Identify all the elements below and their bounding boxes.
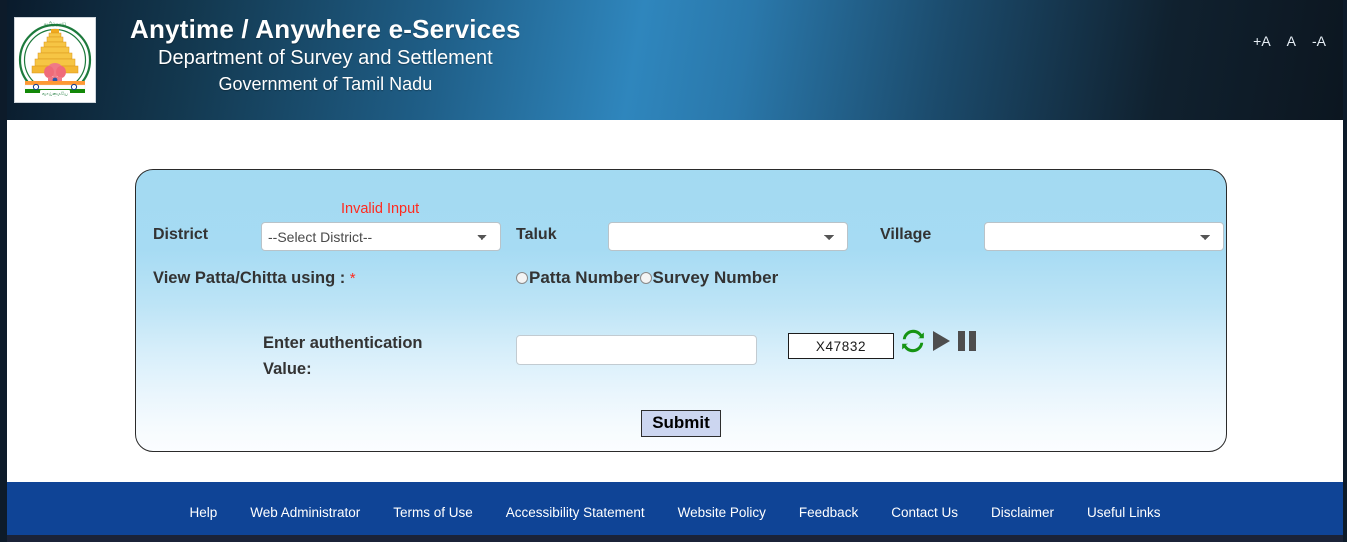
- view-using-label: View Patta/Chitta using :: [153, 269, 345, 287]
- play-icon[interactable]: [929, 328, 953, 354]
- survey-number-option[interactable]: Survey Number: [640, 268, 779, 288]
- refresh-glyph: [900, 328, 926, 354]
- taluk-label: Taluk: [516, 226, 557, 244]
- page-root: வாய்மையே தமிழ்நாடு Anytime / Anywhere e-…: [0, 0, 1347, 542]
- footer-bottom-strip: [7, 535, 1343, 542]
- district-label: District: [153, 226, 208, 244]
- footer-link-terms-of-use[interactable]: Terms of Use: [393, 505, 473, 520]
- footer-link-disclaimer[interactable]: Disclaimer: [991, 505, 1054, 520]
- survey-number-label: Survey Number: [653, 268, 779, 288]
- header-title-block: Anytime / Anywhere e-Services Department…: [130, 0, 521, 96]
- patta-number-label: Patta Number: [529, 268, 640, 288]
- authentication-input[interactable]: [516, 335, 757, 365]
- footer-link-help[interactable]: Help: [189, 505, 217, 520]
- taluk-select[interactable]: [608, 222, 848, 251]
- view-patta-chitta-form: Invalid Input District --Select District…: [135, 169, 1227, 452]
- government-name: Government of Tamil Nadu: [130, 74, 521, 95]
- site-footer: Help Web Administrator Terms of Use Acce…: [7, 482, 1343, 542]
- refresh-icon[interactable]: [900, 328, 926, 354]
- play-glyph: [929, 328, 953, 354]
- site-title: Anytime / Anywhere e-Services: [130, 14, 521, 45]
- site-header: வாய்மையே தமிழ்நாடு Anytime / Anywhere e-…: [7, 0, 1343, 120]
- panel-titlebar: Land Records : View Patta / Chitta Home: [135, 147, 1230, 171]
- patta-number-option[interactable]: Patta Number: [516, 268, 640, 288]
- footer-link-web-administrator[interactable]: Web Administrator: [250, 505, 360, 520]
- footer-link-contact-us[interactable]: Contact Us: [891, 505, 958, 520]
- pause-icon[interactable]: [956, 328, 978, 354]
- survey-number-radio[interactable]: [640, 272, 652, 284]
- footer-link-website-policy[interactable]: Website Policy: [678, 505, 766, 520]
- view-using-label-group: View Patta/Chitta using : *: [153, 269, 356, 288]
- footer-link-useful-links[interactable]: Useful Links: [1087, 505, 1161, 520]
- submit-row: Submit: [136, 410, 1226, 437]
- village-label: Village: [880, 226, 931, 244]
- patta-number-radio[interactable]: [516, 272, 528, 284]
- village-select[interactable]: [984, 222, 1224, 251]
- error-message: Invalid Input: [341, 201, 419, 217]
- font-size-controls: +A A -A: [1253, 33, 1326, 49]
- content-area: Land Records : View Patta / Chitta Home …: [7, 120, 1343, 482]
- footer-link-feedback[interactable]: Feedback: [799, 505, 858, 520]
- pause-glyph: [956, 328, 978, 354]
- submit-button[interactable]: Submit: [641, 410, 721, 437]
- view-using-radio-group: Patta Number Survey Number: [516, 268, 778, 288]
- svg-text:வாய்மையே: வாய்மையே: [42, 91, 68, 96]
- emblem-icon: வாய்மையே தமிழ்நாடு: [18, 20, 92, 100]
- footer-link-accessibility-statement[interactable]: Accessibility Statement: [506, 505, 645, 520]
- captcha-text: X47832: [788, 333, 894, 359]
- svg-text:தமிழ்நாடு: தமிழ்நாடு: [44, 22, 67, 28]
- default-font-size-button[interactable]: A: [1287, 33, 1296, 49]
- required-asterisk: *: [350, 270, 356, 287]
- district-select[interactable]: --Select District--: [261, 222, 501, 251]
- department-name: Department of Survey and Settlement: [130, 47, 521, 71]
- authentication-label: Enter authentication Value:: [263, 331, 463, 382]
- captcha-controls: [900, 328, 978, 354]
- tamil-nadu-emblem-logo: வாய்மையே தமிழ்நாடு: [14, 17, 96, 103]
- panel-title: Land Records : View Patta / Chitta: [149, 152, 368, 167]
- increase-font-size-button[interactable]: +A: [1253, 33, 1271, 49]
- decrease-font-size-button[interactable]: -A: [1312, 33, 1326, 49]
- home-link[interactable]: Home: [1181, 151, 1218, 167]
